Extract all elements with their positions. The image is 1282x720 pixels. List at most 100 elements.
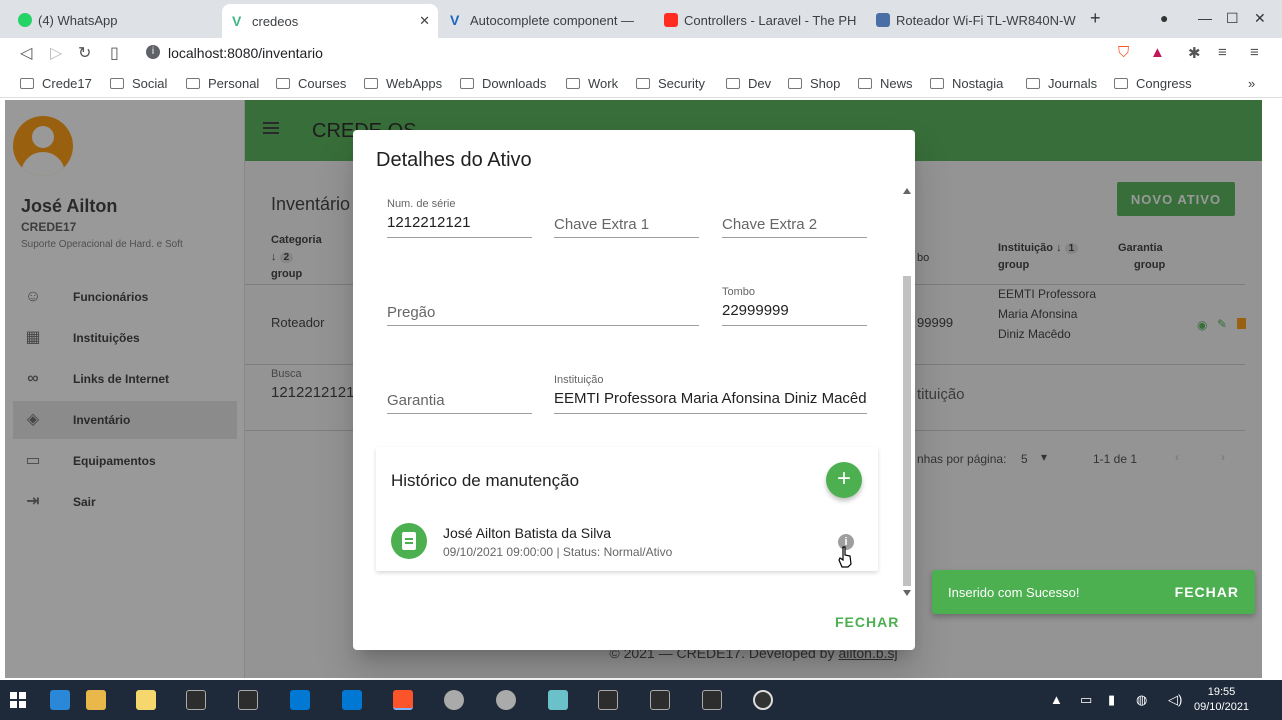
tab-laravel[interactable]: Controllers - Laravel - The PH [654,6,864,34]
menu-icon[interactable]: ≡ [1250,44,1259,61]
vscode-icon[interactable] [290,690,310,710]
bookmarks-bar: Crede17 Social Personal Courses WebApps … [0,68,1282,98]
forward-icon[interactable]: ▷ [50,43,62,63]
tab-search-icon[interactable]: ● [1160,10,1168,26]
volume-icon[interactable]: ◁) [1168,692,1182,708]
bookmark-folder[interactable]: Crede17 [20,76,92,91]
tab-credeos[interactable]: V credeos ✕ [222,4,438,38]
tab-label: Autocomplete component — [470,12,635,28]
chave-extra-2-field[interactable]: Chave Extra 2 [722,202,867,238]
wifi-signal-icon[interactable]: ▮ [1108,692,1115,708]
fechar-button[interactable]: FECHAR [835,614,899,630]
folder-icon[interactable] [86,690,106,710]
address-bar: ◁ ▷ ↻ ▯ i localhost:8080/inventario ⛉ ▲ … [0,38,1282,68]
pregao-field[interactable]: Pregão [387,290,699,326]
historico-entry-detail: 09/10/2021 09:00:00 | Status: Normal/Ati… [443,545,673,559]
success-snackbar: Inserido com Sucesso! FECHAR [932,570,1255,614]
reload-icon[interactable]: ↻ [78,43,91,63]
bookmark-folder[interactable]: Work [566,76,618,91]
scroll-down-icon[interactable] [903,590,911,596]
dialog-title: Detalhes do Ativo [376,149,532,171]
bookmark-folder[interactable]: News [858,76,913,91]
windows-start-icon[interactable] [10,692,26,708]
vscode-icon[interactable] [342,690,362,710]
field-label: Num. de série [387,198,456,210]
bookmark-folder[interactable]: Personal [186,76,259,91]
taskbar: ▲ ▭ ▮ ◍ ◁) 19:55 09/10/2021 [0,680,1282,720]
bookmark-folder[interactable]: Nostagia [930,76,1003,91]
dialog-scrollbar[interactable] [902,188,912,600]
field-value: 1212212121 [387,214,471,231]
bookmark-folder[interactable]: Congress [1114,76,1192,91]
system-clock[interactable]: 19:55 09/10/2021 [1194,685,1249,715]
tab-label: Roteador Wi-Fi TL-WR840N-W [896,12,1076,28]
scroll-thumb[interactable] [903,276,911,586]
notes-icon[interactable] [136,690,156,710]
close-window-icon[interactable]: ✕ [1254,10,1266,27]
num-serie-field[interactable]: Num. de série 1212212121 [387,198,532,238]
tab-autocomplete[interactable]: V Autocomplete component — [440,6,650,34]
bookmark-folder[interactable]: Dev [726,76,771,91]
scroll-up-icon[interactable] [903,188,911,194]
whatsapp-icon [18,13,32,27]
tab-label: (4) WhatsApp [38,12,118,28]
app-icon[interactable] [444,690,464,710]
bookmark-folder[interactable]: WebApps [364,76,442,91]
garantia-field[interactable]: Garantia [387,378,532,414]
terminal-icon[interactable] [238,690,258,710]
folder-icon [20,78,34,89]
folder-icon [1026,78,1040,89]
back-icon[interactable]: ◁ [20,43,32,63]
bookmark-folder[interactable]: Security [636,76,705,91]
clock-date: 09/10/2021 [1194,701,1250,713]
minimize-icon[interactable]: — [1198,10,1212,26]
terminal-icon[interactable] [650,690,670,710]
bookmark-folder[interactable]: Shop [788,76,840,91]
snackbar-text: Inserido com Sucesso! [948,585,1080,600]
folder-icon [858,78,872,89]
bookmark-folder[interactable]: Downloads [460,76,546,91]
folder-icon [788,78,802,89]
network-icon[interactable]: ◍ [1136,692,1147,708]
brave-browser-icon[interactable] [393,690,413,710]
chave-extra-1-field[interactable]: Chave Extra 1 [554,202,699,238]
terminal-icon[interactable] [186,690,206,710]
extensions-icon[interactable]: ✱ [1188,44,1201,62]
instituicao-field[interactable]: Instituição EEMTI Professora Maria Afons… [554,374,867,414]
maximize-icon[interactable]: ☐ [1226,10,1239,27]
bookmark-label: Courses [298,76,347,91]
media-icon[interactable]: ≡ [1218,44,1227,61]
tab-roteador[interactable]: Roteador Wi-Fi TL-WR840N-W [866,6,1076,34]
tab-label: Controllers - Laravel - The PH [684,12,857,28]
brave-shield-icon[interactable]: ⛉ [1118,44,1129,61]
bookmark-folder[interactable]: Journals [1026,76,1097,91]
tab-whatsapp[interactable]: (4) WhatsApp [8,6,222,34]
terminal-icon[interactable] [598,690,618,710]
app-icon[interactable] [496,690,516,710]
clipboard-icon [391,523,427,559]
app-icon[interactable] [548,690,568,710]
bookmark-folder[interactable]: Social [110,76,167,91]
close-tab-icon[interactable]: ✕ [419,13,430,29]
folder-icon [930,78,944,89]
historico-card: Histórico de manutenção + José Ailton Ba… [376,447,878,571]
bookmark-icon[interactable]: ▯ [110,43,119,63]
battery-icon[interactable]: ▭ [1080,692,1092,708]
tombo-field[interactable]: Tombo 22999999 [722,286,867,326]
folder-icon [726,78,740,89]
url-field[interactable]: localhost:8080/inventario [168,45,323,61]
folder-icon [566,78,580,89]
bookmarks-overflow-icon[interactable]: » [1248,76,1255,91]
tray-overflow-icon[interactable]: ▲ [1050,692,1063,707]
file-explorer-icon[interactable] [50,690,70,710]
add-historico-button[interactable]: + [826,462,862,498]
new-tab-button[interactable]: + [1090,8,1101,29]
obs-icon[interactable] [753,690,773,710]
bookmark-label: Shop [810,76,841,91]
terminal-icon[interactable] [702,690,722,710]
site-info-icon[interactable]: i [146,45,160,59]
snackbar-close-button[interactable]: FECHAR [1175,584,1239,600]
field-label: Tombo [722,286,756,298]
brave-rewards-icon[interactable]: ▲ [1150,44,1165,61]
bookmark-folder[interactable]: Courses [276,76,346,91]
